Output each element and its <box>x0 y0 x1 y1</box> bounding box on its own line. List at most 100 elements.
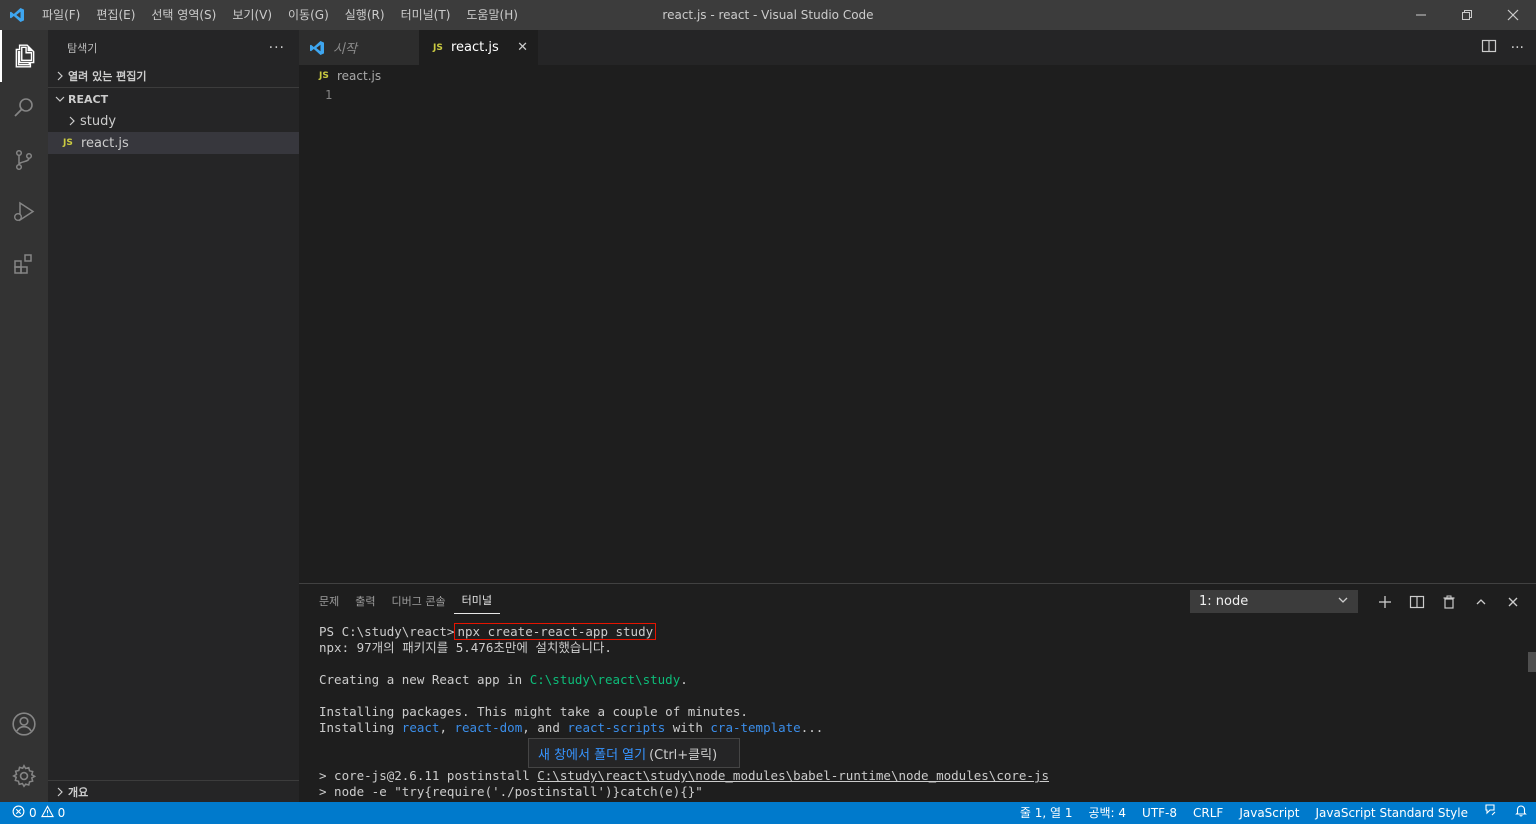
error-icon <box>12 805 25 821</box>
tab-label: react.js <box>451 40 499 55</box>
title-bar: 파일(F) 편집(E) 선택 영역(S) 보기(V) 이동(G) 실행(R) 터… <box>0 0 1536 30</box>
menu-edit[interactable]: 편집(E) <box>88 0 143 30</box>
terminal-line: Installing packages. This might take a c… <box>319 704 748 719</box>
terminal-text: Creating a new React app in <box>319 672 530 687</box>
explorer-icon[interactable] <box>0 30 48 82</box>
terminal-line: PS C:\study\react> npx create-react-app s… <box>319 623 1519 640</box>
js-file-icon: JS <box>433 42 443 53</box>
terminal-path: C:\study\react\study <box>529 672 681 687</box>
breadcrumb-file[interactable]: react.js <box>337 69 381 83</box>
more-actions-icon[interactable]: ··· <box>269 40 285 56</box>
notifications-bell-icon[interactable] <box>1506 802 1536 824</box>
terminal-scrollbar[interactable] <box>1528 652 1536 672</box>
open-folder-link[interactable]: 새 창에서 폴더 열기 <box>538 744 646 763</box>
terminal-package: react-scripts <box>567 720 666 735</box>
account-icon[interactable] <box>0 698 48 750</box>
terminal-text: . <box>680 672 688 687</box>
feedback-icon[interactable] <box>1476 802 1506 824</box>
close-panel-icon[interactable] <box>1497 590 1529 613</box>
activity-bar <box>0 30 48 802</box>
highlighted-command: npx create-react-app study <box>454 623 657 640</box>
terminal-select[interactable]: 1: node <box>1190 590 1358 613</box>
new-terminal-icon[interactable] <box>1369 590 1401 613</box>
menu-help[interactable]: 도움말(H) <box>458 0 526 30</box>
terminal-text: Installing <box>319 720 402 735</box>
terminal-package: react-dom <box>454 720 523 735</box>
tab-problems[interactable]: 문제 <box>311 590 347 614</box>
vscode-logo-icon <box>309 40 325 56</box>
menu-go[interactable]: 이동(G) <box>280 0 337 30</box>
menu-view[interactable]: 보기(V) <box>224 0 280 30</box>
editor-actions: ··· <box>1481 30 1524 65</box>
chevron-down-icon <box>1337 594 1349 610</box>
explorer-header: 탐색기 ··· <box>48 30 299 65</box>
menu-selection[interactable]: 선택 영역(S) <box>143 0 224 30</box>
explorer-sidebar: 탐색기 ··· 열려 있는 편집기 REACT study JS react.j… <box>48 30 299 802</box>
tree-item-study[interactable]: study <box>48 110 299 132</box>
problems-status[interactable]: 0 0 <box>0 805 65 821</box>
indentation[interactable]: 공백: 4 <box>1080 802 1134 824</box>
tab-debug-console[interactable]: 디버그 콘솔 <box>384 590 454 614</box>
outline-label: 개요 <box>68 785 89 799</box>
settings-gear-icon[interactable] <box>0 750 48 802</box>
chevron-right-icon <box>64 116 80 126</box>
code-editor[interactable]: 1 <box>299 87 1536 583</box>
chevron-up-icon[interactable] <box>1465 590 1497 613</box>
status-right: 줄 1, 열 1 공백: 4 UTF-8 CRLF JavaScript Jav… <box>1012 802 1536 824</box>
more-actions-icon[interactable]: ··· <box>1511 40 1524 56</box>
terminal-text: , and <box>522 720 568 735</box>
folder-react-section[interactable]: REACT <box>48 88 299 110</box>
run-debug-icon[interactable] <box>0 186 48 238</box>
search-icon[interactable] <box>0 82 48 134</box>
warning-icon <box>40 805 54 821</box>
encoding[interactable]: UTF-8 <box>1134 802 1185 824</box>
js-file-icon: JS <box>63 138 73 148</box>
minimize-button[interactable] <box>1398 0 1444 30</box>
explorer-title: 탐색기 <box>67 41 98 55</box>
terminal-line: Creating a new React app in C:\study\rea… <box>319 672 1519 688</box>
line-number: 1 <box>325 88 333 102</box>
warning-count: 0 <box>57 806 66 820</box>
folder-react-label: REACT <box>68 92 109 106</box>
source-control-icon[interactable] <box>0 134 48 186</box>
outline-section[interactable]: 개요 <box>48 780 299 802</box>
terminal-text: > core-js@2.6.11 postinstall <box>319 768 538 783</box>
tab-welcome[interactable]: 시작 <box>299 30 419 65</box>
close-tab-icon[interactable]: ✕ <box>517 40 528 55</box>
terminal-line: > core-js@2.6.11 postinstall C:\study\re… <box>319 768 1519 784</box>
tree-item-react-js[interactable]: JS react.js <box>48 132 299 154</box>
editor-tabs: 시작 JS react.js ✕ ··· <box>299 30 1536 65</box>
restore-button[interactable] <box>1444 0 1490 30</box>
menu-run[interactable]: 실행(R) <box>337 0 393 30</box>
chevron-right-icon <box>52 787 68 797</box>
cursor-position[interactable]: 줄 1, 열 1 <box>1012 802 1081 824</box>
terminal-line: Installing react, react-dom, and react-s… <box>319 720 1519 736</box>
close-window-button[interactable] <box>1490 0 1536 30</box>
extensions-icon[interactable] <box>0 238 48 290</box>
trash-icon[interactable] <box>1433 590 1465 613</box>
tab-react-js[interactable]: JS react.js ✕ <box>419 30 538 65</box>
window-controls <box>1398 0 1536 30</box>
tab-terminal[interactable]: 터미널 <box>453 589 500 614</box>
terminal-package: react <box>401 720 440 735</box>
terminal-line: npx: 97개의 패키지를 5.476초만에 설치했습니다. <box>319 640 612 655</box>
menu-terminal[interactable]: 터미널(T) <box>393 0 459 30</box>
status-bar: 0 0 줄 1, 열 1 공백: 4 UTF-8 CRLF JavaScript… <box>0 802 1536 824</box>
terminal-text: , <box>439 720 455 735</box>
terminal-package: cra-template <box>710 720 801 735</box>
tab-output[interactable]: 출력 <box>347 590 383 614</box>
terminal-path-link[interactable]: C:\study\react\study\node_modules\babel-… <box>537 768 1049 783</box>
split-editor-icon[interactable] <box>1481 38 1497 57</box>
open-editors-section[interactable]: 열려 있는 편집기 <box>48 65 299 88</box>
chevron-right-icon <box>52 71 68 81</box>
bottom-panel: 문제 출력 디버그 콘솔 터미널 1: node PS C:\study\rea… <box>299 583 1536 802</box>
split-terminal-icon[interactable] <box>1401 590 1433 613</box>
menu-bar: 파일(F) 편집(E) 선택 영역(S) 보기(V) 이동(G) 실행(R) 터… <box>34 0 526 30</box>
linter-status[interactable]: JavaScript Standard Style <box>1307 802 1476 824</box>
language-mode[interactable]: JavaScript <box>1231 802 1307 824</box>
menu-file[interactable]: 파일(F) <box>34 0 88 30</box>
terminal-output[interactable]: PS C:\study\react> npx create-react-app s… <box>319 623 1519 800</box>
end-of-line[interactable]: CRLF <box>1185 802 1231 824</box>
